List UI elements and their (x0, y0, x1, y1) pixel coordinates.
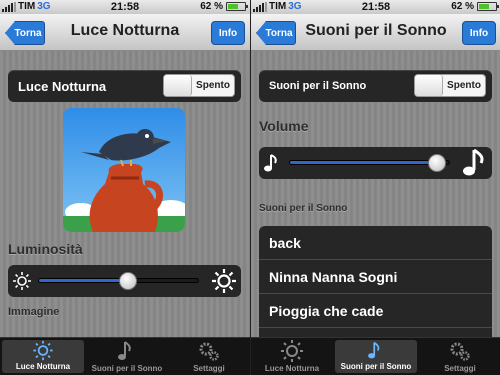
sun-icon (33, 340, 53, 361)
sleep-sounds-switch[interactable]: Spento (414, 74, 486, 97)
tab-bar: Luce Notturna Suoni per il Sonno Settagg… (251, 337, 500, 375)
tab-label: Suoni per il Sonno (340, 362, 412, 371)
tab-label: Luce Notturna (15, 362, 71, 371)
volume-thumb[interactable] (428, 154, 447, 172)
toggle-label: Luce Notturna (18, 79, 107, 94)
tab-label: Luce Notturna (264, 364, 320, 373)
tab-settings[interactable]: Settaggi (419, 338, 500, 375)
list-item[interactable]: Ninna Nanna Sogni (259, 260, 492, 294)
tab-bar: Luce Notturna Suoni per il Sonno Settagg… (0, 337, 250, 375)
tab-sleep-sounds[interactable]: Suoni per il Sonno (86, 338, 168, 375)
volume-label: Volume (259, 118, 309, 134)
toggle-label: Suoni per il Sonno (269, 80, 367, 92)
battery-icon (226, 2, 248, 11)
music-note-small-icon (264, 154, 277, 172)
battery-percent: 62 % (451, 1, 474, 12)
sun-small-icon (13, 272, 31, 290)
nav-bar: Torna Luce Notturna Info (0, 14, 250, 51)
info-button[interactable]: Info (462, 21, 496, 45)
music-note-icon (118, 341, 131, 360)
tab-label: Settaggi (444, 364, 476, 373)
tab-sleep-sounds[interactable]: Suoni per il Sonno (335, 340, 417, 373)
sounds-section-label: Suoni per il Sonno (259, 203, 348, 214)
gears-icon (199, 342, 219, 361)
status-bar: TIM 3G 21:58 62 % (0, 0, 250, 14)
switch-state: Spento (447, 80, 481, 91)
music-note-large-icon (463, 148, 484, 176)
status-bar: TIM 3G 21:58 62 % (251, 0, 500, 14)
brightness-fill (39, 279, 129, 282)
tab-night-light[interactable]: Luce Notturna (251, 338, 333, 375)
brightness-slider[interactable] (8, 265, 241, 297)
volume-track (289, 160, 450, 165)
switch-state: Spento (196, 80, 230, 91)
image-section-label: Immagine (8, 306, 60, 318)
nav-bar: Torna Suoni per il Sonno Info (251, 14, 500, 51)
switch-knob (164, 75, 192, 96)
brightness-thumb[interactable] (119, 272, 138, 290)
night-light-screen: TIM 3G 21:58 62 % Torna Luce Notturna In… (0, 0, 250, 375)
tab-night-light[interactable]: Luce Notturna (2, 340, 84, 373)
info-button[interactable]: Info (211, 21, 245, 45)
crow-on-jug-illustration (63, 129, 185, 232)
volume-fill (290, 161, 437, 164)
tab-settings[interactable]: Settaggi (168, 338, 250, 375)
night-light-switch[interactable]: Spento (163, 74, 235, 97)
sun-large-icon (212, 269, 236, 293)
brightness-label: Luminosità (8, 241, 83, 257)
tab-label: Settaggi (193, 364, 225, 373)
tab-label: Suoni per il Sonno (91, 364, 163, 373)
battery-icon (477, 2, 499, 11)
music-note-icon (368, 341, 380, 359)
night-light-image[interactable] (63, 108, 185, 232)
sleep-sounds-toggle-row: Suoni per il Sonno Spento (259, 70, 492, 102)
sun-icon (281, 340, 303, 362)
sleep-sounds-screen: TIM 3G 21:58 62 % Torna Suoni per il Son… (250, 0, 500, 375)
battery-percent: 62 % (200, 1, 223, 12)
volume-slider[interactable] (259, 147, 492, 179)
night-light-toggle-row: Luce Notturna Spento (8, 70, 241, 102)
gears-icon (450, 342, 470, 361)
switch-knob (415, 75, 443, 96)
list-item[interactable]: back (259, 226, 492, 260)
list-item[interactable]: Pioggia che cade (259, 294, 492, 328)
